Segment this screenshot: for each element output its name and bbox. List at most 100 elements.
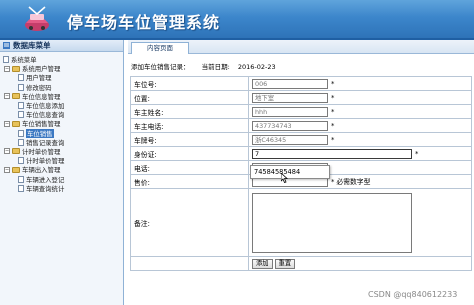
autocomplete-suggestion[interactable]: 74584585484 [254,168,300,176]
sidebar-item[interactable]: 计时单价管理 [2,156,123,165]
menu-icon [3,42,10,49]
required-mark: * [331,178,335,186]
required-mark: * [331,79,335,88]
form-row: 车牌号: 浙C46345 * [130,132,472,147]
required-mark: * [331,121,335,130]
plate-label: 车牌号: [130,132,249,147]
page-icon [18,157,24,165]
sidebar-item-label: 计时单价管理 [26,157,65,166]
page-icon [18,184,24,192]
sidebar-item[interactable]: 车辆查询统计 [2,184,123,193]
expand-toggle-icon[interactable]: − [4,65,10,72]
mouse-cursor-icon [281,173,289,183]
sidebar-item[interactable]: 销售记录查询 [2,138,123,147]
sidebar-item-label: 车位销售管理 [22,120,61,129]
sidebar-item[interactable]: − 系统用户管理 [2,64,123,73]
sidebar-item[interactable]: − 计时单价管理 [2,147,123,156]
date-label: 当前日期: [201,63,230,71]
sidebar-item-label: 销售记录查询 [26,138,65,147]
page-icon [18,74,24,82]
id-card-input[interactable]: 7 [252,148,412,159]
page-icon [3,56,9,64]
sidebar-item[interactable]: 车位销售 [2,128,123,138]
form-row: 身份证: 7 * [130,146,472,161]
sidebar-item[interactable]: − 车辆出入管理 [2,165,123,174]
owner-phone-input[interactable]: 437734743 [252,120,328,131]
watermark: CSDN @qq840612233 [368,290,458,299]
folder-icon [12,93,20,100]
required-mark: * [331,107,335,116]
page-icon [18,102,24,110]
plate-input[interactable]: 浙C46345 [252,134,328,145]
sidebar: 数据库菜单 系统菜单 − 系统用户管理 用户管理 修改密码 − 车位信息管理 车位信息添加 车位… [0,40,124,305]
form-row: 位置: 地下室 * [130,90,472,105]
required-mark: * [331,93,335,102]
sidebar-item[interactable]: − 车位销售管理 [2,119,123,128]
page-icon [18,83,24,91]
form-row: 车主电话: 437734743 * [130,118,472,133]
app-title: 停车场车位管理系统 [67,13,221,32]
page-icon [18,111,24,119]
expand-toggle-icon[interactable]: − [4,93,10,100]
sidebar-title: 数据库菜单 [13,41,51,50]
space-no-input[interactable]: 006 [252,78,328,89]
sidebar-item-label: 系统菜单 [11,56,37,65]
phone-label: 电话: [130,160,249,175]
page-icon [18,175,24,183]
sidebar-item-label: 计时单价管理 [22,147,61,156]
remark-textarea[interactable] [252,192,412,253]
form-row: 添加 重置 [130,256,472,271]
page-icon [18,129,24,137]
sidebar-item[interactable]: 车辆进入登记 [2,174,123,184]
add-button[interactable]: 添加 [252,258,273,269]
tab-bar: 内容页面 [128,40,474,54]
folder-icon [12,166,20,173]
sidebar-item-label: 用户管理 [26,74,52,83]
form-caption: 添加车位销售记录： 当前日期: 2016-02-23 [131,61,276,71]
owner-name-input[interactable]: hhh [252,106,328,117]
date-value: 2016-02-23 [237,63,276,71]
sidebar-item-label: 系统用户管理 [22,65,61,74]
sidebar-item[interactable]: 用户管理 [2,73,123,82]
tab-content-page[interactable]: 内容页面 [131,42,189,54]
required-mark: * [415,149,419,158]
form-row: 备注: [130,188,472,257]
sidebar-item-label: 修改密码 [26,83,52,92]
folder-icon [12,120,20,127]
location-label: 位置: [130,90,249,105]
sidebar-item[interactable]: 车位信息添加 [2,101,123,110]
sidebar-item-label: 车位信息管理 [22,92,61,101]
form-row: 车主姓名: hhh * [130,104,472,119]
app-header: 停车场车位管理系统 [0,0,474,38]
id-card-label: 身份证: [130,146,249,161]
autocomplete-dropdown: 74584585484 [250,165,330,179]
page-icon [18,138,24,146]
price-label: 售价: [130,174,249,189]
remark-label: 备注: [130,188,249,257]
sidebar-item-label: 车位销售 [26,128,54,138]
sidebar-item-label: 车辆进入登记 [26,175,65,184]
sidebar-item[interactable]: 车位信息查询 [2,110,123,119]
caption-text: 添加车位销售记录： [131,63,190,71]
sidebar-item[interactable]: 系统菜单 [2,55,123,64]
main-content: 添加车位销售记录： 当前日期: 2016-02-23 车位号: 006 * 位置:… [128,55,474,305]
location-input[interactable]: 地下室 [252,92,328,103]
sidebar-item-label: 车辆出入管理 [22,166,61,175]
sidebar-header: 数据库菜单 [0,40,123,52]
car-logo-icon [25,6,49,31]
expand-toggle-icon[interactable]: − [4,148,10,155]
owner-phone-label: 车主电话: [130,118,249,133]
expand-toggle-icon[interactable]: − [4,120,10,127]
form-row: 车位号: 006 * [130,76,472,91]
sidebar-item-label: 车辆查询统计 [26,184,65,193]
owner-name-label: 车主姓名: [130,104,249,119]
folder-icon [12,65,20,72]
sidebar-item-label: 车位信息添加 [26,102,65,111]
expand-toggle-icon[interactable]: − [4,166,10,173]
price-hint: 必需数字型 [336,178,371,186]
reset-button[interactable]: 重置 [274,258,296,269]
sidebar-item-label: 车位信息查询 [26,111,65,120]
sidebar-item[interactable]: − 车位信息管理 [2,92,123,101]
required-mark: * [331,135,335,144]
sidebar-item[interactable]: 修改密码 [2,83,123,92]
